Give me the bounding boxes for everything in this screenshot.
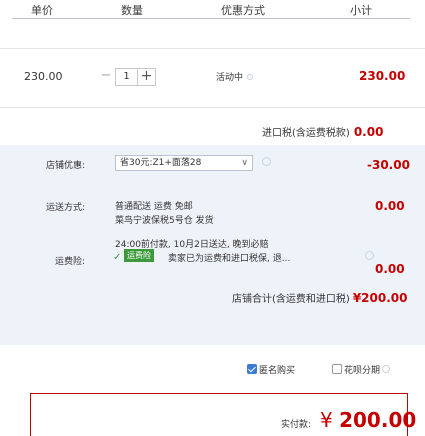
col-header-qty: 数量	[121, 4, 143, 17]
row-divider	[0, 48, 425, 49]
order-table-header: 单价 数量 优惠方式 小计	[0, 0, 425, 18]
row-divider	[0, 107, 425, 108]
huabei-help-icon[interactable]	[382, 365, 391, 373]
store-total-row: 店铺合计(含运费和进口税) ¥200.00	[232, 290, 407, 305]
anonymous-purchase-label: 匿名购买	[259, 366, 296, 376]
col-header-subtotal: 小计	[350, 4, 372, 17]
header-divider	[12, 18, 410, 19]
checkbox-unchecked-icon[interactable]	[332, 364, 342, 374]
coupon-help-icon[interactable]	[262, 157, 271, 166]
qty-decrease-button[interactable]: −	[97, 68, 115, 86]
insurance-badge: 运费险	[124, 249, 154, 262]
shipping-amount: 0.00	[375, 199, 405, 213]
promo-status[interactable]: 活动中	[216, 70, 254, 83]
huabei-installment-checkbox[interactable]: 花呗分期	[332, 363, 391, 376]
coupon-selected-value: 省30元:Z1+面落28	[120, 158, 202, 168]
insurance-help-icon[interactable]	[365, 251, 374, 260]
insurance-label: 运费险:	[55, 257, 86, 267]
chevron-down-icon: ∨	[241, 158, 248, 168]
store-total-amount: ¥200.00	[352, 291, 408, 305]
promo-info-icon[interactable]	[247, 74, 254, 80]
shipping-method: 普通配送 运费 免邮	[115, 202, 193, 212]
coupon-select[interactable]: 省30元:Z1+面落28 ∨	[115, 155, 253, 171]
import-tax-row: 进口税(含运费税款) 0.00	[262, 124, 383, 139]
item-price: 230.00	[24, 70, 63, 83]
col-header-promo: 优惠方式	[221, 4, 265, 17]
insurance-description: 卖家已为运费和进口税保, 退...	[168, 254, 291, 264]
coupon-label: 店铺优惠:	[46, 161, 86, 171]
item-subtotal: 230.00	[359, 69, 406, 83]
currency-symbol: ¥	[320, 408, 333, 432]
actual-payment-amount: ¥ 200.00	[320, 408, 416, 432]
anonymous-purchase-checkbox[interactable]: 匿名购买	[247, 363, 295, 376]
qty-input[interactable]: 1	[115, 68, 138, 86]
actual-payment-label: 实付款:	[281, 420, 312, 430]
store-total-label: 店铺合计(含运费和进口税)	[232, 294, 350, 305]
col-header-price: 单价	[31, 4, 53, 17]
insurance-amount: 0.00	[375, 262, 405, 276]
import-tax-amount: 0.00	[353, 125, 384, 139]
huabei-installment-label: 花呗分期	[344, 366, 381, 376]
actual-payment-value: 200.00	[339, 408, 417, 432]
import-tax-label: 进口税(含运费税款)	[262, 128, 350, 139]
check-icon: ✓	[113, 252, 122, 263]
promo-label: 活动中	[216, 73, 244, 83]
shipping-label: 运送方式:	[46, 203, 86, 213]
coupon-amount: -30.00	[367, 158, 410, 172]
quantity-stepper[interactable]: − 1 +	[97, 68, 156, 86]
qty-increase-button[interactable]: +	[138, 68, 156, 86]
shipping-warehouse: 菜鸟宁波保税5号仓 发货	[115, 216, 214, 226]
checkbox-checked-icon[interactable]	[247, 364, 257, 374]
